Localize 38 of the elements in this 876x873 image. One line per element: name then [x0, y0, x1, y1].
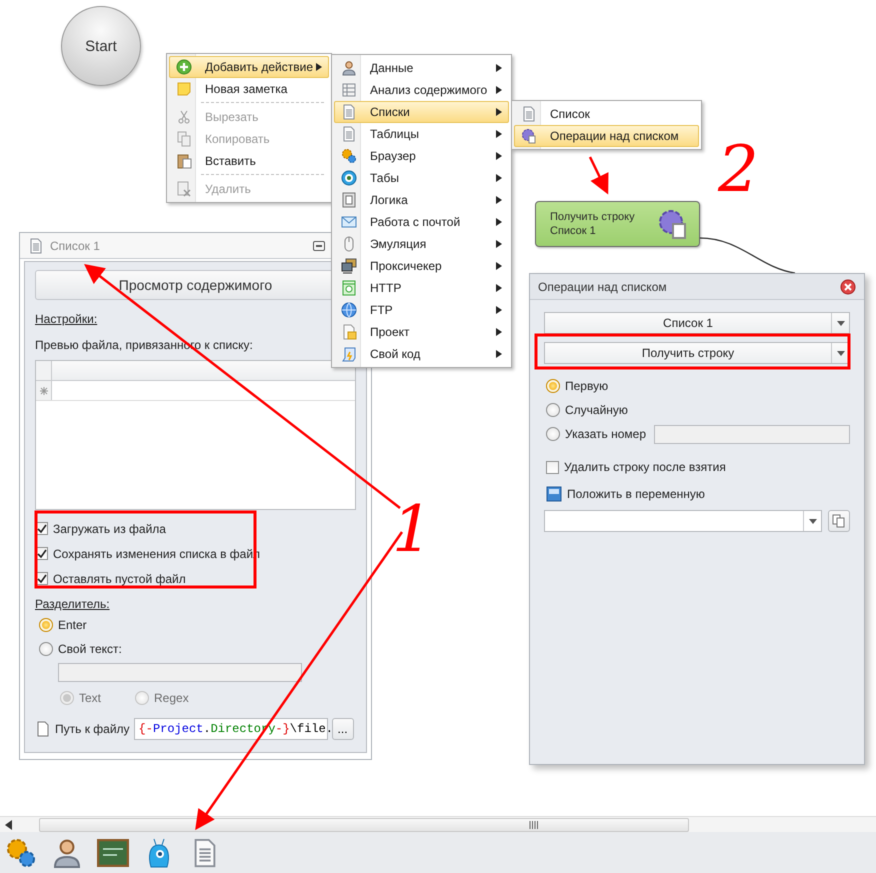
operation-dropdown[interactable]: Получить строку: [544, 342, 850, 364]
list-dropdown[interactable]: Список 1: [544, 312, 850, 334]
menu-item[interactable]: Свой код: [334, 343, 509, 365]
menu-item[interactable]: Проект: [334, 321, 509, 343]
annotation-number: 2: [718, 138, 759, 202]
section-label: Разделитель:: [35, 597, 110, 611]
checkbox[interactable]: Удалить строку после взятия: [546, 456, 850, 478]
radio-button[interactable]: Enter: [39, 613, 87, 637]
menu-item[interactable]: Данные: [334, 57, 509, 79]
variable-label: Положить в переменную: [567, 487, 705, 501]
menu-item[interactable]: Список: [514, 103, 699, 125]
menu-item[interactable]: Работа с почтой: [334, 211, 509, 233]
path-label: Путь к файлу: [55, 722, 130, 736]
menu-item[interactable]: Браузер: [334, 145, 509, 167]
checkbox[interactable]: Оставлять пустой файл: [35, 566, 356, 591]
checkbox[interactable]: Загружать из файла: [35, 516, 356, 541]
action-node[interactable]: Получить строку Список 1: [535, 201, 700, 247]
browse-button[interactable]: ...: [332, 718, 354, 740]
radio-button[interactable]: Указать номер: [546, 422, 646, 446]
node-title: Получить строку: [550, 210, 636, 224]
annotation-number: 1: [392, 498, 433, 562]
radio-button[interactable]: Свой текст:: [39, 637, 122, 661]
radio-button[interactable]: Первую: [546, 374, 608, 398]
menu-item[interactable]: Операции над списком: [514, 125, 699, 147]
radio-button[interactable]: Случайную: [546, 398, 628, 422]
panel-title: Операции над списком: [538, 280, 668, 294]
menu-item[interactable]: Анализ содержимого: [334, 79, 509, 101]
menu-item[interactable]: Добавить действие: [169, 56, 329, 78]
menu-item[interactable]: FTP: [334, 299, 509, 321]
section-label: Настройки:: [35, 312, 98, 326]
menu-item[interactable]: Списки: [334, 101, 509, 123]
menu-item[interactable]: Таблицы: [334, 123, 509, 145]
menu-item[interactable]: Табы: [334, 167, 509, 189]
menu-item[interactable]: Эмуляция: [334, 233, 509, 255]
panel-title: Список 1: [50, 238, 101, 252]
menu-item[interactable]: Логика: [334, 189, 509, 211]
node-subtitle: Список 1: [550, 224, 597, 238]
start-node[interactable]: Start: [61, 6, 141, 86]
